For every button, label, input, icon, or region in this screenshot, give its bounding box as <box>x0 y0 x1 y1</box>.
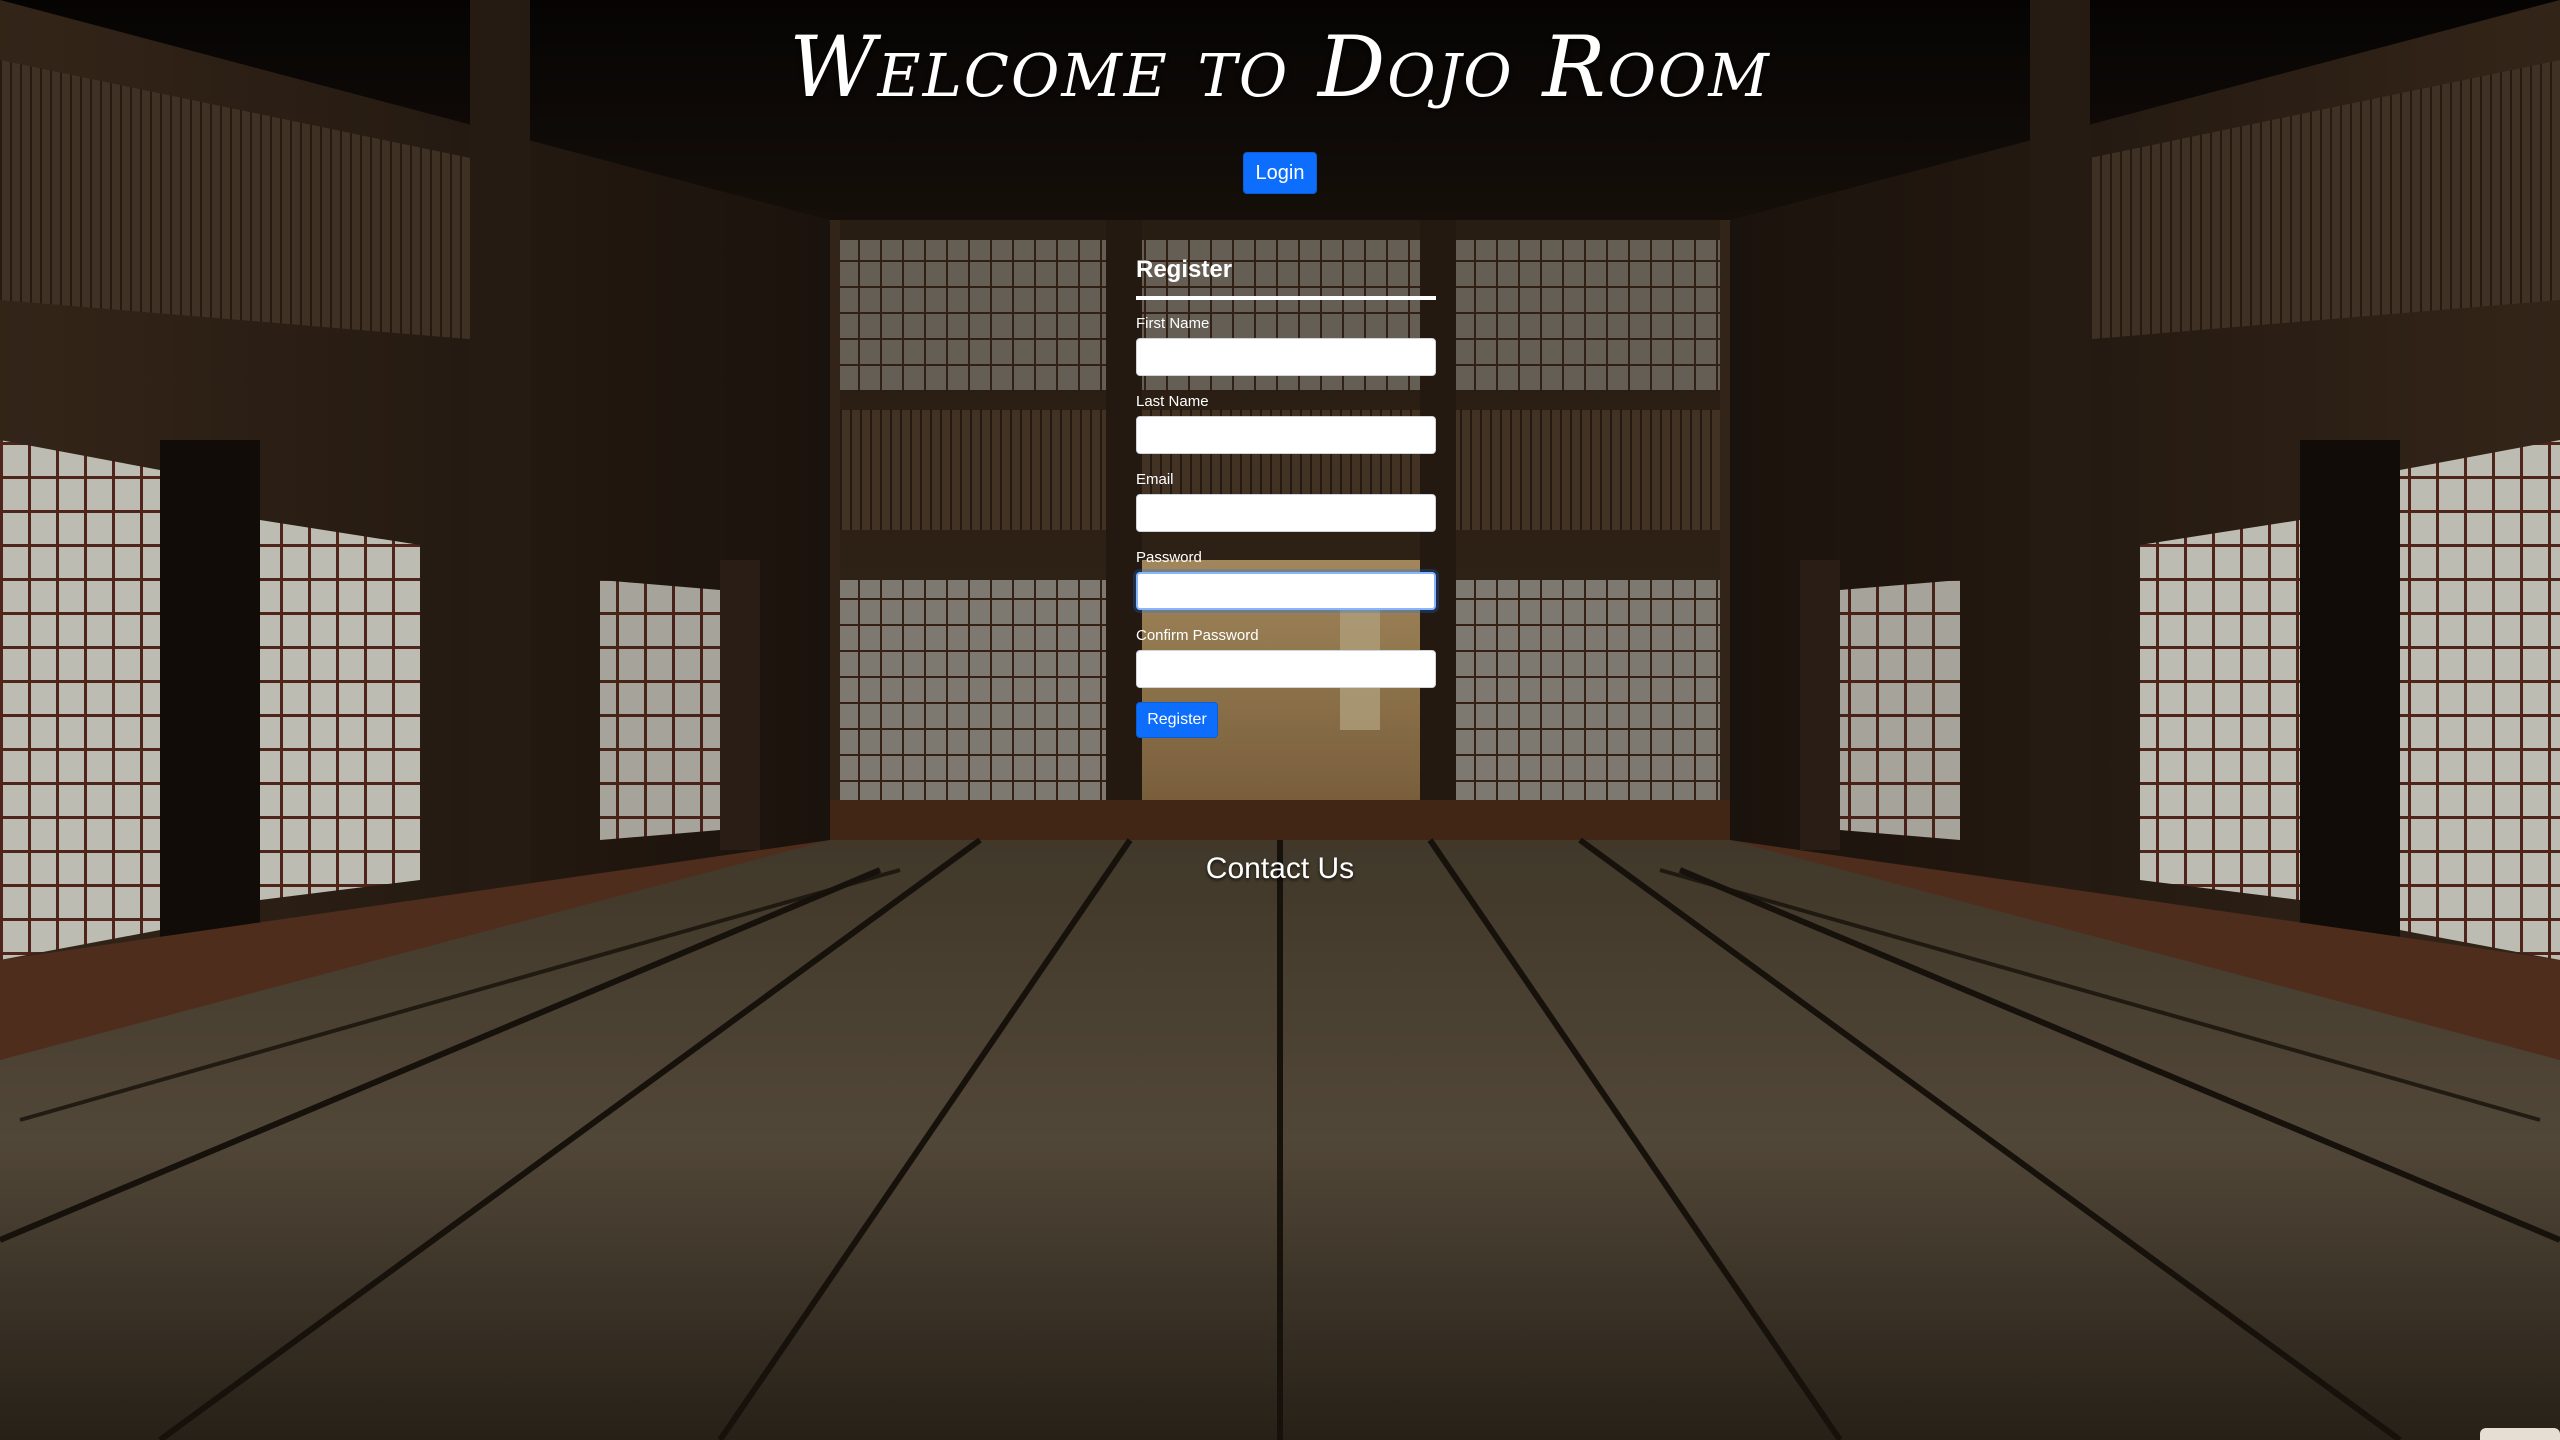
register-button[interactable]: Register <box>1136 702 1218 738</box>
contact-us-heading: Contact Us <box>1205 852 1355 885</box>
last-name-input[interactable] <box>1136 416 1436 454</box>
email-input[interactable] <box>1136 494 1436 532</box>
register-form: Register First Name Last Name Email Pass… <box>1136 250 1436 738</box>
first-name-label: First Name <box>1136 315 1210 332</box>
confirm-password-input[interactable] <box>1136 650 1436 688</box>
login-button[interactable]: Login <box>1243 152 1317 194</box>
last-name-label: Last Name <box>1136 393 1209 410</box>
password-input[interactable] <box>1136 572 1436 610</box>
email-label: Email <box>1136 471 1174 488</box>
first-name-input[interactable] <box>1136 338 1436 376</box>
register-heading: Register <box>1136 256 1233 283</box>
confirm-password-label: Confirm Password <box>1136 627 1259 644</box>
heading-divider <box>1136 296 1436 300</box>
password-label: Password <box>1136 549 1202 566</box>
corner-widget <box>2480 1428 2560 1440</box>
dojo-background: Welcome to Dojo Room Login Register Firs… <box>0 0 2560 1440</box>
page-title: Welcome to Dojo Room <box>789 18 1771 116</box>
